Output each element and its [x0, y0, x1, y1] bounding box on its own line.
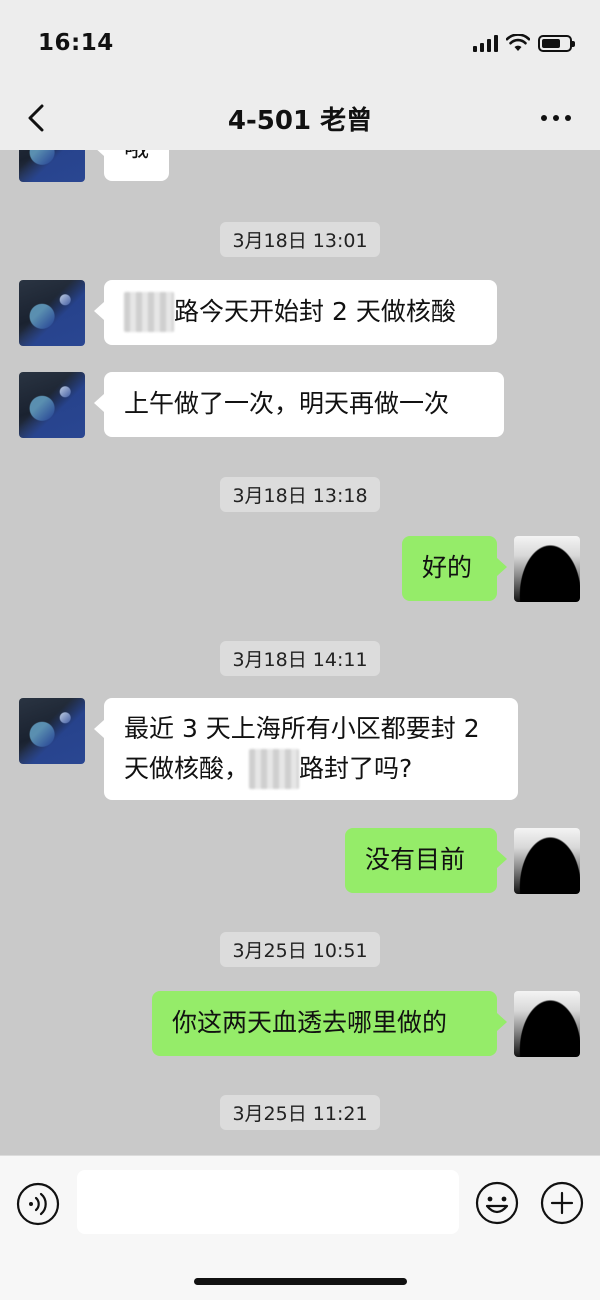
message-text-line: 天做核酸，乳山路封了吗? — [124, 749, 498, 789]
message-bubble[interactable]: 上午做了一次，明天再做一次 — [94, 372, 504, 437]
message-bubble[interactable]: 哦 — [93, 150, 170, 181]
chat-area[interactable]: 哦 3月18日 13:01 环龙路今天开始封 2 天做核酸 上午做了一次，明天再… — [0, 150, 600, 1155]
timestamp: 3月25日 11:21 — [0, 1095, 600, 1130]
redacted-text: 乳山 — [249, 749, 300, 789]
message-bubble[interactable]: 好的 — [402, 536, 507, 601]
contact-avatar[interactable] — [19, 698, 85, 764]
message-text: 没有目前 — [365, 845, 466, 874]
signal-icon — [473, 34, 498, 52]
redacted-text: 环龙 — [124, 292, 175, 332]
status-bar: 16:14 — [0, 0, 600, 88]
message-text: 哦 — [124, 150, 149, 162]
timestamp: 3月25日 10:51 — [0, 932, 600, 967]
chat-title: 4-501 老曾 — [227, 106, 373, 136]
emoji-icon[interactable] — [474, 1180, 520, 1226]
battery-icon — [538, 35, 575, 52]
more-functions-plus-icon[interactable] — [539, 1180, 585, 1226]
message-text: 你这两天血透去哪里做的 — [172, 1008, 448, 1037]
contact-avatar[interactable] — [19, 280, 85, 346]
timestamp: 3月18日 13:01 — [0, 222, 600, 257]
timestamp: 3月18日 13:18 — [0, 477, 600, 512]
message-bubble[interactable]: 没有目前 — [345, 828, 507, 893]
voice-input-icon[interactable] — [16, 1182, 60, 1226]
contact-avatar[interactable] — [19, 372, 85, 438]
timestamp: 3月18日 14:11 — [0, 641, 600, 676]
nav-bar: 4-501 老曾 — [0, 88, 600, 150]
status-time: 16:14 — [38, 30, 114, 56]
home-indicator — [194, 1278, 407, 1285]
wifi-icon — [506, 34, 530, 51]
status-icons — [473, 34, 575, 52]
user-avatar[interactable] — [514, 828, 580, 894]
message-bubble[interactable]: 环龙路今天开始封 2 天做核酸 — [94, 280, 497, 345]
message-text: 上午做了一次，明天再做一次 — [124, 389, 450, 418]
more-options-icon[interactable] — [536, 100, 576, 136]
message-bubble[interactable]: 最近 3 天上海所有小区都要封 2 天做核酸，乳山路封了吗? — [94, 698, 518, 800]
user-avatar[interactable] — [514, 991, 580, 1057]
message-bubble[interactable]: 你这两天血透去哪里做的 — [152, 991, 507, 1056]
message-text: 路今天开始封 2 天做核酸 — [174, 297, 456, 326]
message-text: 好的 — [422, 553, 473, 582]
user-avatar[interactable] — [514, 536, 580, 602]
contact-avatar[interactable] — [19, 150, 85, 182]
message-input[interactable] — [77, 1170, 459, 1234]
message-text-line: 最近 3 天上海所有小区都要封 2 — [124, 714, 480, 743]
